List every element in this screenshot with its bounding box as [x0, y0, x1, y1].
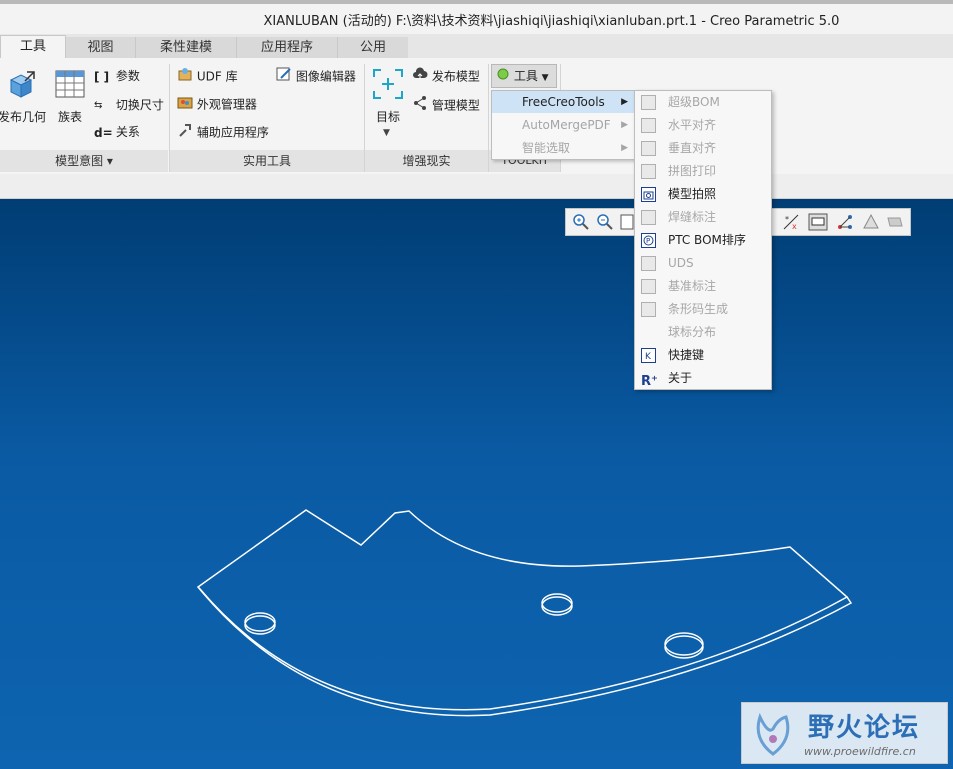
tab-tools[interactable]: 工具 [0, 35, 66, 59]
svg-text:x: x [792, 222, 797, 231]
horizontal-align-icon [641, 118, 656, 133]
chevron-down-icon: ▼ [541, 73, 549, 83]
svg-text:*: * [785, 215, 789, 224]
target-icon[interactable] [372, 68, 404, 100]
publish-model-button[interactable]: 发布模型 [412, 66, 480, 86]
parameters-button[interactable]: [ ] 参数 [94, 66, 140, 86]
zoom-in-icon[interactable] [572, 213, 590, 234]
wildfire-logo-icon [748, 709, 798, 762]
family-table-button[interactable]: 族表 [58, 107, 82, 127]
graphics-viewport[interactable] [0, 199, 953, 769]
datum-annotation-icon [641, 279, 656, 294]
green-ball-icon [496, 66, 510, 88]
menu-item-freecreotools[interactable]: FreeCreoTools ▶ [492, 91, 634, 113]
datum-display-icon[interactable]: * x [782, 213, 800, 234]
tools-dropdown-button[interactable]: 工具 ▼ [491, 64, 557, 88]
window-title: XIANLUBAN (活动的) F:\资料\技术资料\jiashiqi\jias… [263, 14, 840, 29]
menu-item-ptc-bom-sort[interactable]: P PTC BOM排序 [635, 229, 771, 252]
tab-common[interactable]: 公用 [337, 37, 408, 58]
menu-item-vertical-align[interactable]: 垂直对齐 [635, 137, 771, 160]
target-dropdown-arrow[interactable]: ▼ [383, 128, 390, 138]
ptc-bom-sort-icon: P [641, 233, 656, 248]
title-bar: XIANLUBAN (活动的) F:\资料\技术资料\jiashiqi\jias… [0, 0, 953, 34]
svg-text:P: P [646, 237, 650, 245]
shortcut-key-icon: K [641, 348, 656, 363]
about-r-icon: R⁺ [641, 374, 658, 389]
manage-model-button[interactable]: 管理模型 [412, 95, 480, 115]
svg-text:K: K [645, 352, 652, 362]
menu-item-barcode-generate[interactable]: 条形码生成 [635, 298, 771, 321]
tile-print-icon [641, 164, 656, 179]
switch-dimensions-button[interactable]: ⇆ 切换尺寸 [94, 95, 164, 115]
menu-item-uds[interactable]: UDS [635, 252, 771, 275]
vertical-align-icon [641, 141, 656, 156]
publish-geometry-button[interactable]: 发布几何 [0, 107, 46, 127]
tab-view[interactable]: 视图 [65, 37, 135, 58]
auxiliary-app-icon [177, 122, 193, 144]
switch-dimensions-icon: ⇆ [94, 99, 103, 111]
appearance-manager-button[interactable]: 外观管理器 [177, 94, 257, 114]
freecreotools-submenu: 超级BOM 水平对齐 垂直对齐 拼图打印 模型拍照 焊缝标注 P PTC BOM排… [634, 90, 772, 390]
menu-item-super-bom[interactable]: 超级BOM [635, 91, 771, 114]
menu-item-model-snapshot[interactable]: 模型拍照 [635, 183, 771, 206]
menu-item-about[interactable]: R⁺ 关于 [635, 367, 771, 390]
menu-item-horizontal-align[interactable]: 水平对齐 [635, 114, 771, 137]
relations-button[interactable]: d= 关系 [94, 122, 140, 142]
graphics-toolbar-strip [0, 174, 953, 199]
refit-icon[interactable] [620, 213, 634, 234]
augmented-reality-group-label: 增强现实 [365, 150, 488, 172]
share-icon [412, 95, 428, 117]
tab-applications[interactable]: 应用程序 [236, 37, 337, 58]
display-style-icon[interactable] [808, 213, 828, 234]
cloud-upload-icon [412, 66, 428, 88]
utilities-group-label: 实用工具 [170, 150, 364, 172]
part-model-wireframe [196, 509, 853, 717]
menu-item-automergepdf[interactable]: AutoMergePDF ▶ [492, 114, 634, 136]
menu-item-shortcut-keys[interactable]: K 快捷键 [635, 344, 771, 367]
watermark-url: www.proewildfire.cn [804, 745, 916, 758]
annotation-display-icon[interactable] [862, 213, 880, 234]
image-editor-icon [276, 66, 292, 88]
zoom-out-icon[interactable] [596, 213, 614, 234]
menu-item-weld-annotation[interactable]: 焊缝标注 [635, 206, 771, 229]
menu-item-datum-annotation[interactable]: 基准标注 [635, 275, 771, 298]
tab-flexible-modeling[interactable]: 柔性建模 [135, 37, 236, 58]
auxiliary-app-button[interactable]: 辅助应用程序 [177, 122, 269, 142]
menu-item-balloon-distribution[interactable]: 球标分布 [635, 321, 771, 344]
submenu-arrow-icon: ▶ [621, 97, 628, 107]
family-table-icon [55, 70, 85, 98]
image-editor-button[interactable]: 图像编辑器 [276, 66, 356, 86]
appearance-manager-icon [177, 94, 193, 116]
menu-item-smart-select[interactable]: 智能选取 ▶ [492, 137, 634, 159]
parameters-icon: [ ] [94, 69, 110, 84]
model-intent-group-label[interactable]: 模型意图 ▾ [0, 150, 168, 172]
camera-icon [641, 187, 656, 202]
submenu-arrow-icon: ▶ [621, 120, 628, 130]
tools-dropdown-menu: FreeCreoTools ▶ AutoMergePDF ▶ 智能选取 ▶ [491, 90, 635, 160]
spin-center-icon[interactable] [836, 213, 854, 234]
udf-library-button[interactable]: UDF 库 [177, 66, 238, 86]
submenu-arrow-icon: ▶ [621, 143, 628, 153]
super-bom-icon [641, 95, 656, 110]
barcode-icon [641, 302, 656, 317]
relations-icon: d= [94, 125, 113, 140]
publish-geometry-icon [5, 68, 37, 100]
target-button[interactable]: 目标 [376, 107, 400, 127]
forum-watermark: 野火论坛 www.proewildfire.cn [741, 702, 948, 764]
weld-icon [641, 210, 656, 225]
appearance-icon[interactable] [886, 213, 904, 234]
uds-icon [641, 256, 656, 271]
menu-item-tile-print[interactable]: 拼图打印 [635, 160, 771, 183]
watermark-logo-text: 野火论坛 [808, 713, 921, 743]
udf-library-icon [177, 66, 193, 88]
